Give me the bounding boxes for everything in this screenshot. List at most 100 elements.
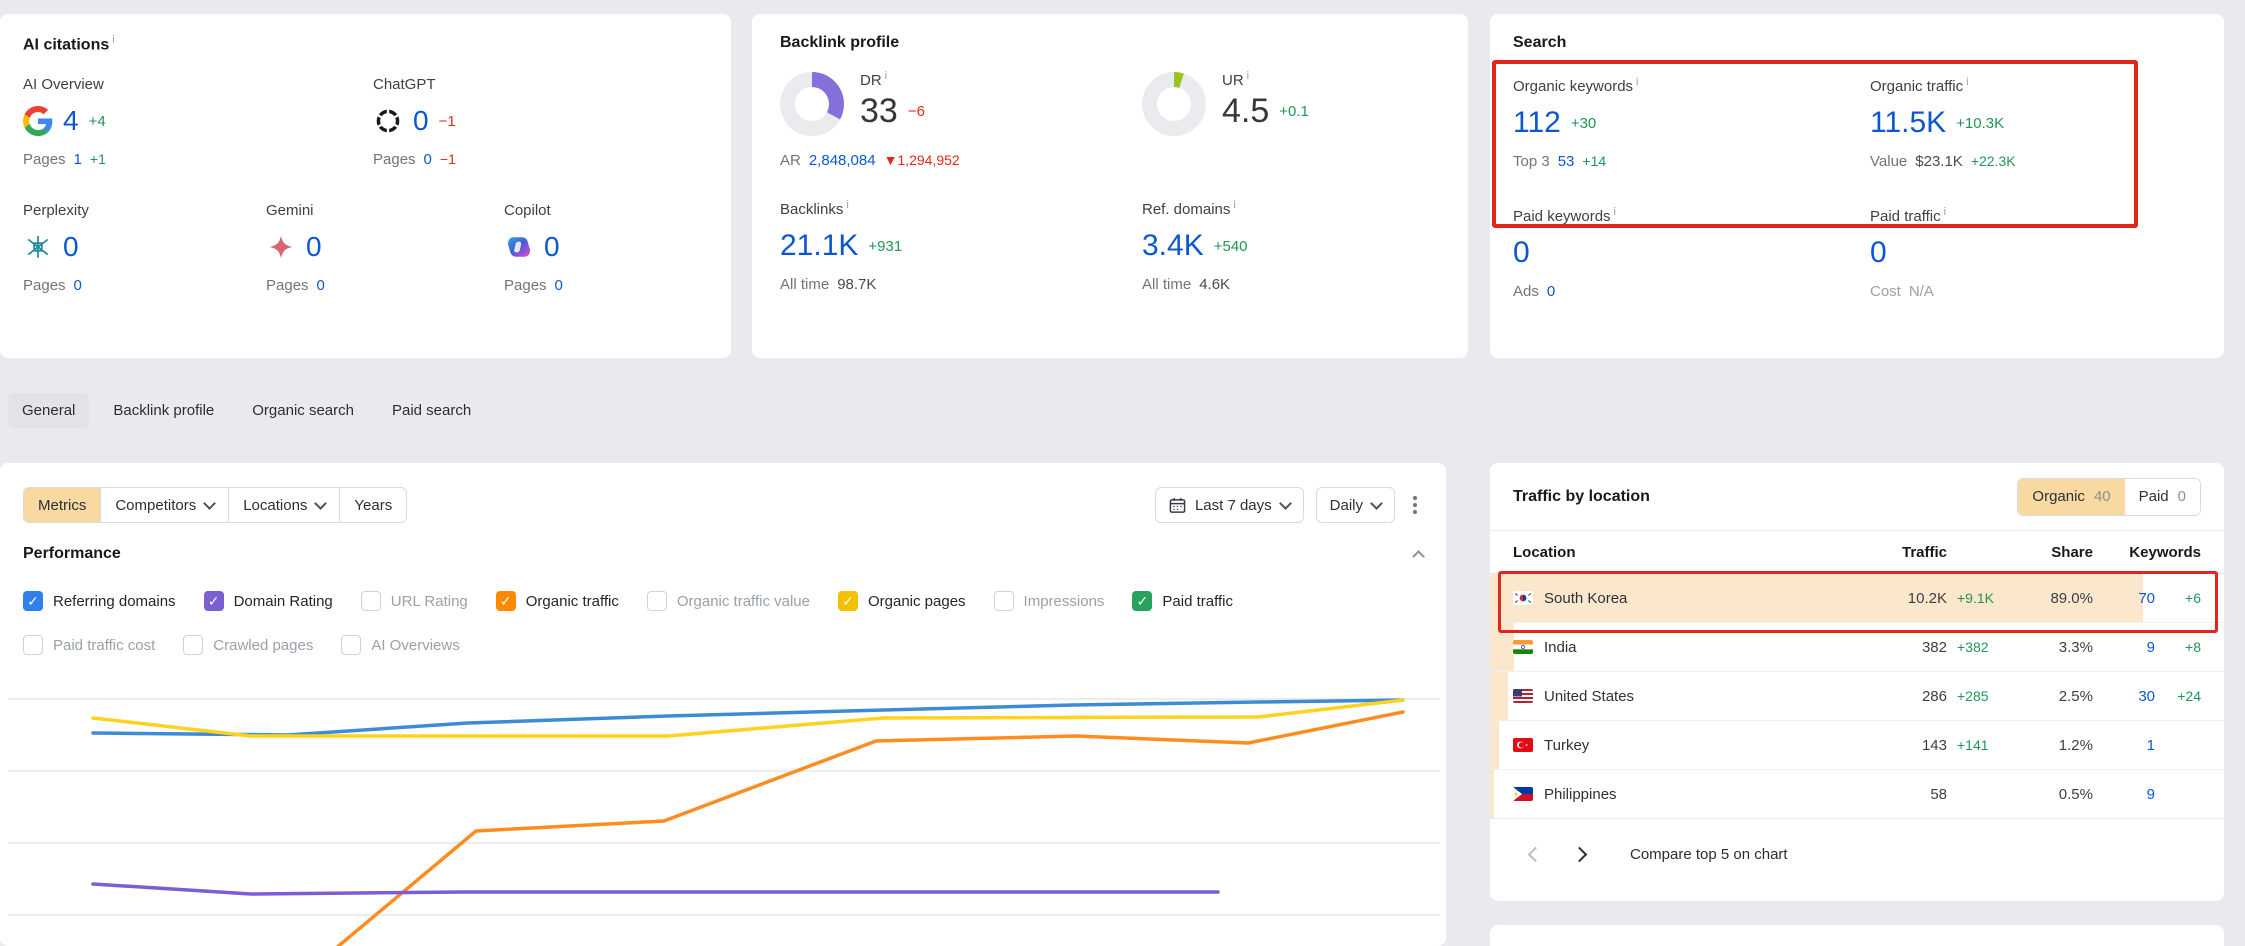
paid-toggle-button[interactable]: Paid0 [2125, 479, 2200, 515]
domain-rating-tile: DRi 33 −6 AR2,848,084▼1,294,952 [780, 70, 1142, 169]
metric-checkbox-impressions[interactable]: Impressions [994, 591, 1105, 611]
chatgpt-value[interactable]: 0 [413, 105, 429, 137]
organic-keywords-value[interactable]: 112 [1513, 106, 1561, 140]
pages-value[interactable]: 0 [317, 277, 325, 294]
checkbox-unchecked-icon[interactable] [994, 591, 1014, 611]
paid-keywords-value[interactable]: 0 [1513, 236, 1530, 270]
share-bar [1490, 721, 1499, 769]
metric-checkbox-paid-traffic[interactable]: Paid traffic [1132, 591, 1233, 611]
paid-traffic-value[interactable]: 0 [1870, 236, 1887, 270]
ai-overview-value[interactable]: 4 [63, 105, 79, 137]
table-row-turkey[interactable]: Turkey 143 +141 1.2% 1 [1490, 721, 2224, 770]
ref-domains-value[interactable]: 3.4K [1142, 229, 1204, 263]
checkbox-checked-icon[interactable] [1132, 591, 1152, 611]
location-table-body: South Korea 10.2K +9.1K 89.0% 70 +6 Indi… [1490, 574, 2224, 819]
metric-checkbox-url-rating[interactable]: URL Rating [361, 591, 468, 611]
backlinks-value[interactable]: 21.1K [780, 229, 858, 263]
copilot-label: Copilot [504, 202, 563, 219]
info-icon[interactable]: i [1944, 206, 1946, 218]
info-icon[interactable]: i [885, 70, 887, 82]
prev-page-button[interactable] [1520, 839, 1550, 869]
traffic-delta: +382 [1947, 639, 2005, 655]
pages-value[interactable]: 0 [424, 151, 432, 168]
keywords-value[interactable]: 30 [2093, 688, 2155, 705]
keywords-value[interactable]: 9 [2093, 786, 2155, 803]
metric-checkbox-row-1: Referring domains Domain Rating URL Rating… [23, 591, 1233, 611]
compare-top5-link[interactable]: Compare top 5 on chart [1630, 846, 1788, 863]
metrics-filter-button[interactable]: Metrics [23, 487, 101, 523]
keywords-value[interactable]: 9 [2093, 639, 2155, 656]
next-page-button[interactable] [1564, 839, 1594, 869]
metric-checkbox-ai-overviews[interactable]: AI Overviews [341, 635, 459, 655]
info-icon[interactable]: i [846, 199, 848, 211]
checkbox-unchecked-icon[interactable] [361, 591, 381, 611]
collapse-chevron-icon[interactable] [1412, 550, 1425, 563]
pages-label: Pages [373, 151, 416, 168]
checkbox-unchecked-icon[interactable] [647, 591, 667, 611]
checkbox-checked-icon[interactable] [496, 591, 516, 611]
tab-organic-search[interactable]: Organic search [238, 393, 368, 428]
keywords-value[interactable]: 70 [2093, 590, 2155, 607]
metric-checkbox-crawled-pages[interactable]: Crawled pages [183, 635, 313, 655]
years-filter-button[interactable]: Years [339, 487, 407, 523]
granularity-dropdown[interactable]: Daily [1316, 487, 1395, 523]
tab-backlink-profile[interactable]: Backlink profile [99, 393, 228, 428]
top3-value[interactable]: 53 [1558, 153, 1575, 170]
pages-value[interactable]: 1 [74, 151, 82, 168]
checkbox-label: Organic traffic [526, 593, 619, 610]
metric-checkbox-domain-rating[interactable]: Domain Rating [204, 591, 333, 611]
keywords-delta: +24 [2155, 688, 2201, 704]
checkbox-unchecked-icon[interactable] [23, 635, 43, 655]
metric-checkbox-referring-domains[interactable]: Referring domains [23, 591, 176, 611]
table-row-south-korea[interactable]: South Korea 10.2K +9.1K 89.0% 70 +6 [1490, 574, 2224, 623]
date-range-dropdown[interactable]: Last 7 days [1155, 487, 1304, 523]
info-icon[interactable]: i [1233, 199, 1235, 211]
ar-value[interactable]: 2,848,084 [809, 152, 876, 169]
metric-checkbox-organic-traffic[interactable]: Organic traffic [496, 591, 619, 611]
info-icon[interactable]: i [1636, 76, 1638, 88]
pages-value[interactable]: 0 [555, 277, 563, 294]
flag-turkey [1513, 738, 1533, 752]
metric-checkbox-paid-traffic-cost[interactable]: Paid traffic cost [23, 635, 155, 655]
performance-title: Performance [23, 545, 121, 563]
keywords-by-intent-card: Organic keywords by intent Beta [1490, 925, 2224, 946]
info-icon[interactable]: i [1966, 76, 1968, 88]
metric-checkbox-organic-traffic-value[interactable]: Organic traffic value [647, 591, 810, 611]
organic-traffic-value[interactable]: 11.5K [1870, 106, 1946, 140]
ar-delta: ▼1,294,952 [884, 152, 960, 168]
gemini-icon [266, 232, 296, 262]
info-icon[interactable]: i [1614, 206, 1616, 218]
info-icon[interactable]: i [1247, 70, 1249, 82]
more-options-button[interactable] [1407, 490, 1423, 520]
checkbox-label: Paid traffic [1162, 593, 1233, 610]
info-icon[interactable]: i [112, 34, 114, 46]
tab-general[interactable]: General [8, 393, 89, 428]
perplexity-value[interactable]: 0 [63, 231, 79, 263]
performance-chart[interactable] [8, 659, 1440, 946]
column-keywords: Keywords [2093, 544, 2201, 561]
checkbox-unchecked-icon[interactable] [341, 635, 361, 655]
table-row-philippines[interactable]: Philippines 58 0.5% 9 [1490, 770, 2224, 819]
metric-checkbox-organic-pages[interactable]: Organic pages [838, 591, 966, 611]
tab-paid-search[interactable]: Paid search [378, 393, 485, 428]
table-row-india[interactable]: India 382 +382 3.3% 9 +8 [1490, 623, 2224, 672]
gemini-value[interactable]: 0 [306, 231, 322, 263]
copilot-value[interactable]: 0 [544, 231, 560, 263]
chevron-down-icon [203, 497, 216, 510]
locations-filter-button[interactable]: Locations [228, 487, 340, 523]
share-value: 0.5% [2005, 786, 2093, 803]
copilot-icon [504, 232, 534, 262]
ads-value[interactable]: 0 [1547, 283, 1555, 300]
organic-toggle-button[interactable]: Organic40 [2018, 479, 2124, 515]
checkbox-checked-icon[interactable] [204, 591, 224, 611]
checkbox-unchecked-icon[interactable] [183, 635, 203, 655]
competitors-filter-button[interactable]: Competitors [100, 487, 229, 523]
keywords-value[interactable]: 1 [2093, 737, 2155, 754]
checkbox-checked-icon[interactable] [23, 591, 43, 611]
checkbox-checked-icon[interactable] [838, 591, 858, 611]
organic-traffic-label: Organic traffici [1870, 76, 2016, 95]
pages-value[interactable]: 0 [74, 277, 82, 294]
checkbox-label: Crawled pages [213, 637, 313, 654]
pages-label: Pages [23, 151, 66, 168]
table-row-united-states[interactable]: United States 286 +285 2.5% 30 +24 [1490, 672, 2224, 721]
